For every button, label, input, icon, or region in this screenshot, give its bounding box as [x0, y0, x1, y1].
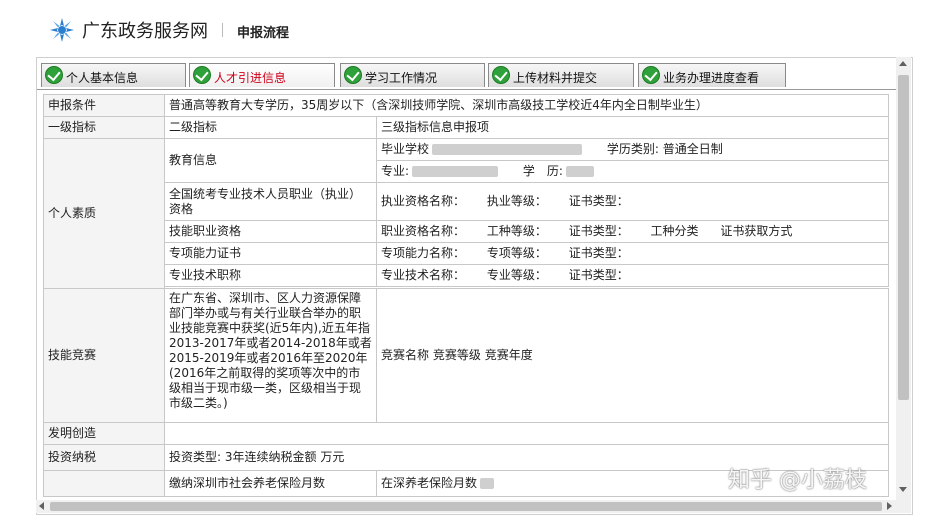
column-header: 二级指标 [164, 116, 377, 139]
cert-name-label: 执业资格名称： [381, 194, 466, 208]
special-label: 专项能力证书 [164, 242, 377, 265]
redacted-value [565, 166, 594, 177]
column-header: 一级指标 [43, 116, 165, 139]
site-header: 广东政务服务网 申报流程 [0, 0, 925, 52]
competition-label: 技能竞赛 [43, 288, 165, 423]
title-label: 专业技术职称 [164, 264, 377, 287]
table-row: 个人素质 教育信息 毕业学校 学历类别: 普通全日制 [43, 138, 890, 289]
tax-amount-label: 3年连续纳税金额 [224, 450, 317, 464]
education-label: 教育信息 [164, 138, 377, 183]
skill-method-label: 证书获取方式 [720, 224, 793, 238]
title-type-label: 证书类型： [568, 268, 629, 282]
cert-label: 全国统考专业技术人员职业（执业）资格 [164, 182, 377, 221]
green-check-icon [492, 66, 510, 84]
redacted-value [480, 478, 495, 489]
vertical-scroll-thumb[interactable] [898, 75, 909, 400]
school-label: 毕业学校 [381, 142, 430, 156]
step-tabs: 个人基本信息 人才引进信息 学习工作情况 上传材料并提交 业务办理进度查看 [37, 61, 897, 90]
watermark: 知乎 @小荔枝 [728, 468, 867, 493]
talent-info-table: 申报条件 普通高等教育大专学历，35周岁以下（含深圳技师学院、深圳市高级技工学校… [43, 94, 890, 497]
cert-fields: 执业资格名称： 执业等级： 证书类型： [375, 182, 890, 221]
title-level-label: 专业等级： [486, 268, 547, 282]
green-check-icon [193, 66, 211, 84]
competition-fields: 竞赛名称 竞赛等级 竞赛年度 [375, 288, 890, 423]
table-row: 申报条件 普通高等教育大专学历，35周岁以下（含深圳技师学院、深圳市高级技工学校… [43, 94, 890, 117]
column-header: 三级指标信息申报项 [375, 116, 890, 139]
tab-label: 人才引进信息 [214, 71, 287, 85]
green-check-icon [642, 66, 660, 84]
skill-label: 技能职业资格 [164, 220, 377, 243]
site-name[interactable]: 广东政务服务网 [82, 17, 208, 43]
invention-value [163, 422, 890, 445]
title-fields: 专业技术名称： 专业等级： 证书类型： [375, 264, 890, 287]
skill-cert-type-label: 证书类型： [568, 224, 629, 238]
condition-label: 申报条件 [43, 94, 165, 117]
cert-level-label: 执业等级： [486, 194, 547, 208]
cert-type-label: 证书类型： [568, 194, 629, 208]
table-header-row: 一级指标 二级指标 三级指标信息申报项 [43, 116, 890, 139]
redacted-value [412, 166, 499, 177]
site-logo-icon [50, 18, 74, 42]
pension-label: 缴纳深圳市社会养老保险月数 [164, 470, 377, 497]
table-row: 全国统考专业技术人员职业（执业）资格 执业资格名称： 执业等级： 证书类型： [44, 182, 890, 221]
tab-label: 学习工作情况 [365, 71, 438, 85]
page-title: 申报流程 [237, 26, 290, 41]
scroll-left-icon[interactable] [39, 502, 44, 510]
scroll-down-icon[interactable] [899, 487, 907, 492]
table-row: 专业技术职称 专业技术名称： 专业等级： 证书类型： [44, 264, 890, 287]
competition-desc: 在广东省、深圳市、区人力资源保障部门举办或与有关行业联合举办的职业技能竞赛中获奖… [164, 288, 377, 423]
invention-label: 发明创造 [43, 422, 165, 445]
vertical-scrollbar[interactable] [896, 57, 911, 513]
tab-label: 上传材料并提交 [513, 71, 598, 85]
tax-label: 投资纳税 [43, 444, 165, 471]
condition-value: 普通高等教育大专学历，35周岁以下（含深圳技师学院、深圳市高级技工学校近4年内全… [163, 94, 890, 117]
special-type-label: 证书类型： [568, 246, 629, 260]
tab-study-work[interactable]: 学习工作情况 [340, 63, 485, 87]
special-name-label: 专项能力名称： [381, 246, 466, 260]
tab-upload-submit[interactable]: 上传材料并提交 [488, 63, 634, 87]
quality-label: 个人素质 [43, 138, 165, 289]
skill-level-label: 工种等级： [486, 224, 547, 238]
horizontal-scroll-thumb[interactable] [50, 502, 882, 511]
header-divider [222, 23, 223, 37]
green-check-icon [45, 66, 63, 84]
tab-progress[interactable]: 业务办理进度查看 [638, 63, 786, 87]
degree-label: 学 历: [522, 164, 563, 178]
tax-unit-label: 万元 [320, 450, 345, 464]
scroll-right-icon[interactable] [887, 502, 892, 510]
table-row: 技能职业资格 职业资格名称： 工种等级： 证书类型： 工种分类 证书获取方式 [44, 220, 890, 243]
tax-type-label: 投资类型: [169, 450, 222, 464]
competition-year-label: 竞赛年度 [484, 348, 533, 362]
tab-personal-info[interactable]: 个人基本信息 [41, 63, 186, 87]
competition-name-label: 竞赛名称 [381, 348, 430, 362]
school-field: 毕业学校 学历类别: 普通全日制 [375, 138, 890, 161]
redacted-value [432, 144, 583, 155]
table-row: 发明创造 [43, 422, 890, 445]
table-row: 专项能力证书 专项能力名称： 专项等级： 证书类型： [44, 242, 890, 265]
tab-label: 业务办理进度查看 [663, 71, 760, 85]
skill-name-label: 职业资格名称： [381, 224, 466, 238]
skill-fields: 职业资格名称： 工种等级： 证书类型： 工种分类 证书获取方式 [375, 220, 890, 243]
competition-level-label: 竞赛等级 [432, 348, 481, 362]
edu-type-value: 普通全日制 [662, 142, 723, 156]
horizontal-scrollbar[interactable] [36, 500, 896, 513]
major-label: 专业: [381, 164, 410, 178]
pension-row-label [43, 470, 165, 497]
form-frame: 个人基本信息 人才引进信息 学习工作情况 上传材料并提交 业务办理进度查看 申报… [36, 57, 913, 515]
scroll-up-icon[interactable] [899, 61, 907, 66]
green-check-icon [344, 66, 362, 84]
edu-type-label: 学历类别: [606, 142, 659, 156]
skill-category-label: 工种分类 [650, 224, 699, 238]
tab-label: 个人基本信息 [66, 71, 139, 85]
special-level-label: 专项等级： [486, 246, 547, 260]
pension-months-label: 在深养老保险月数 [381, 476, 478, 490]
tab-talent-info[interactable]: 人才引进信息 [189, 63, 335, 87]
table-row: 技能竞赛 在广东省、深圳市、区人力资源保障部门举办或与有关行业联合举办的职业技能… [43, 288, 890, 423]
major-field: 专业: 学 历: [375, 160, 890, 183]
special-fields: 专项能力名称： 专项等级： 证书类型： [375, 242, 890, 265]
title-name-label: 专业技术名称： [381, 268, 466, 282]
